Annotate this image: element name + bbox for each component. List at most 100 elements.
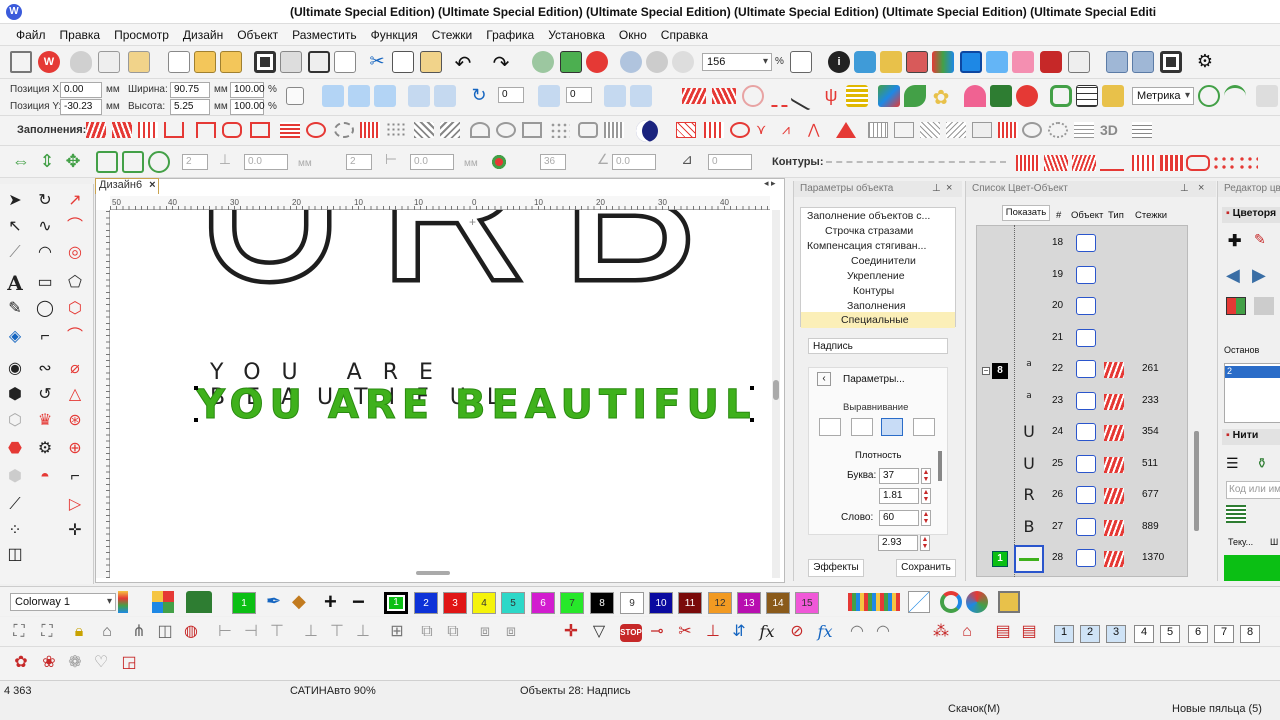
lock-proportions-icon[interactable] — [286, 87, 304, 105]
slant-icon[interactable] — [538, 85, 560, 107]
angle-icon[interactable]: ∠ — [592, 151, 614, 173]
arrow-tool-icon[interactable]: ▷ — [64, 494, 86, 516]
tree-item-connectors[interactable]: Соединители — [851, 255, 916, 267]
text-tool-icon[interactable]: A — [4, 272, 26, 294]
paste-icon[interactable] — [420, 51, 442, 73]
color-swatch[interactable]: 10 — [649, 592, 673, 614]
fill-circle3-icon[interactable] — [1048, 122, 1068, 138]
distribute-2-icon[interactable]: ⊤ — [326, 621, 348, 643]
crown-tool-icon[interactable]: ♛ — [34, 410, 56, 432]
color-wheel-icon[interactable] — [940, 591, 962, 613]
multi-hoop-icon[interactable] — [986, 51, 1008, 73]
fill-outline-icon[interactable] — [894, 122, 914, 138]
save-all-icon[interactable] — [1160, 51, 1182, 73]
tie-in-icon[interactable]: ⊥ — [702, 621, 724, 643]
measure-icon[interactable] — [1198, 85, 1220, 107]
mirror-horizontal-icon[interactable] — [322, 85, 344, 107]
position-y-input[interactable]: -30.23 — [60, 99, 102, 115]
function-blue-icon[interactable]: fx — [814, 621, 836, 643]
fill-lines-icon[interactable] — [360, 122, 380, 138]
menu-view[interactable]: Просмотр — [107, 24, 176, 46]
color-group-8[interactable]: 8 — [992, 363, 1008, 379]
menu-file[interactable]: Файл — [0, 24, 53, 46]
color-swatch[interactable]: 7 — [560, 592, 584, 614]
fill-weave2-icon[interactable] — [946, 122, 966, 138]
wheel-tool-icon[interactable]: ⊛ — [64, 410, 86, 432]
menu-object[interactable]: Объект — [230, 24, 285, 46]
protractor2-icon[interactable]: ◠ — [872, 621, 894, 643]
copy-icon[interactable] — [392, 51, 414, 73]
stitch-player-icon[interactable] — [532, 51, 554, 73]
picture-icon[interactable] — [878, 85, 900, 107]
fill-flat-icon[interactable] — [972, 122, 992, 138]
color-swatch[interactable]: 13 — [737, 592, 761, 614]
color-swatch[interactable]: 8 — [590, 592, 614, 614]
fill-circle-icon[interactable] — [306, 122, 326, 138]
vertical-scroll-thumb[interactable] — [773, 380, 779, 400]
select-arrow-icon[interactable]: ➤ — [4, 190, 26, 212]
eyedropper-icon[interactable]: ✎ — [1254, 231, 1266, 248]
color-list-row[interactable]: 21 — [976, 324, 1188, 354]
color-group-1[interactable]: 1 — [992, 551, 1008, 567]
fill-horizontal-icon[interactable] — [1074, 122, 1094, 138]
color-swatch[interactable]: 14 — [766, 592, 790, 614]
fill-stipple-icon[interactable] — [676, 122, 696, 138]
polygon-tool-icon[interactable]: ⬠ — [64, 272, 86, 294]
monogram-icon[interactable] — [1016, 85, 1038, 107]
distribute-3-icon[interactable]: ⊥ — [352, 621, 374, 643]
rotate-icon[interactable]: ↻ — [468, 85, 490, 107]
word-spacing-mm-input[interactable]: 2.93 — [878, 535, 918, 551]
width-percent-input[interactable]: 100.00 — [230, 82, 265, 98]
height-percent-input[interactable]: 100.00 — [230, 99, 265, 115]
thread-code-search[interactable]: Код или им — [1226, 481, 1280, 499]
spiral-tool-icon[interactable]: ⌀ — [64, 358, 86, 380]
mirror-vertical-icon[interactable] — [348, 85, 370, 107]
design-text-urb[interactable]: URB — [193, 210, 734, 314]
fill-cross-icon[interactable] — [280, 122, 300, 138]
shapes-icon[interactable] — [904, 85, 926, 107]
thread-bars-icon[interactable] — [848, 593, 900, 611]
fill-wave-icon[interactable] — [138, 122, 158, 138]
reshape-icon[interactable] — [630, 85, 652, 107]
align-tool-1-icon[interactable]: ⊢ — [214, 621, 236, 643]
color-swatch[interactable]: 1 — [384, 592, 408, 614]
nudge-vertical-icon[interactable]: ⇕ — [36, 151, 58, 173]
selection-handle[interactable] — [194, 418, 198, 422]
fill-fancy-icon[interactable] — [704, 122, 724, 138]
leaf-icon[interactable] — [742, 85, 764, 107]
cut-icon[interactable]: ✂ — [366, 51, 388, 73]
contour-bead-icon[interactable] — [1212, 155, 1236, 171]
status-hoop[interactable]: Новые пяльца (5) — [1172, 703, 1262, 715]
colors-icon[interactable] — [586, 51, 608, 73]
thread-chart-icon[interactable] — [932, 51, 954, 73]
tab-nav-arrows-icon[interactable]: ◂ ▸ — [764, 178, 776, 189]
tree-item-pull-comp[interactable]: Компенсация стягиван... — [807, 240, 926, 252]
run-line-icon[interactable] — [768, 85, 790, 107]
spacing-icon-2[interactable]: ⊢ — [380, 151, 402, 173]
effects-button[interactable]: Эффекты — [808, 559, 864, 577]
balloon-icon[interactable] — [70, 51, 92, 73]
line-draw-icon[interactable]: ⌐ — [34, 326, 56, 348]
end-point-icon[interactable]: ▽ — [588, 621, 610, 643]
color-list-row[interactable]: U 24 354 — [976, 418, 1188, 448]
menu-settings[interactable]: Установка — [541, 24, 612, 46]
contour-styles-dashed[interactable] — [826, 161, 1006, 163]
fill-columns-icon[interactable] — [998, 122, 1018, 138]
oval-tool-icon[interactable]: ◎ — [64, 242, 86, 264]
zoom-select[interactable]: 156 — [702, 53, 772, 71]
scissors-trim-icon[interactable]: ✂ — [674, 621, 696, 643]
team-names-icon[interactable] — [1012, 51, 1034, 73]
shirt-color-icon[interactable] — [186, 591, 212, 613]
color-swatch[interactable]: 2 — [414, 592, 438, 614]
unlock-icon[interactable]: ⌂ — [96, 621, 118, 643]
paint-bucket-icon[interactable]: ◆ — [292, 591, 306, 612]
more-icon[interactable] — [1256, 85, 1278, 107]
collapse-icon[interactable]: − — [982, 367, 990, 375]
fill-dots-icon[interactable] — [386, 122, 406, 138]
trim-icon[interactable]: ⊸ — [646, 621, 668, 643]
sequence2-icon[interactable]: ▤ — [1018, 621, 1040, 643]
design-tab[interactable]: Дизайн6 × — [95, 178, 159, 194]
remove-swatch-icon[interactable]: − — [352, 589, 365, 615]
color-swatch[interactable]: 6 — [531, 592, 555, 614]
add-swatch-icon[interactable]: + — [324, 589, 337, 615]
